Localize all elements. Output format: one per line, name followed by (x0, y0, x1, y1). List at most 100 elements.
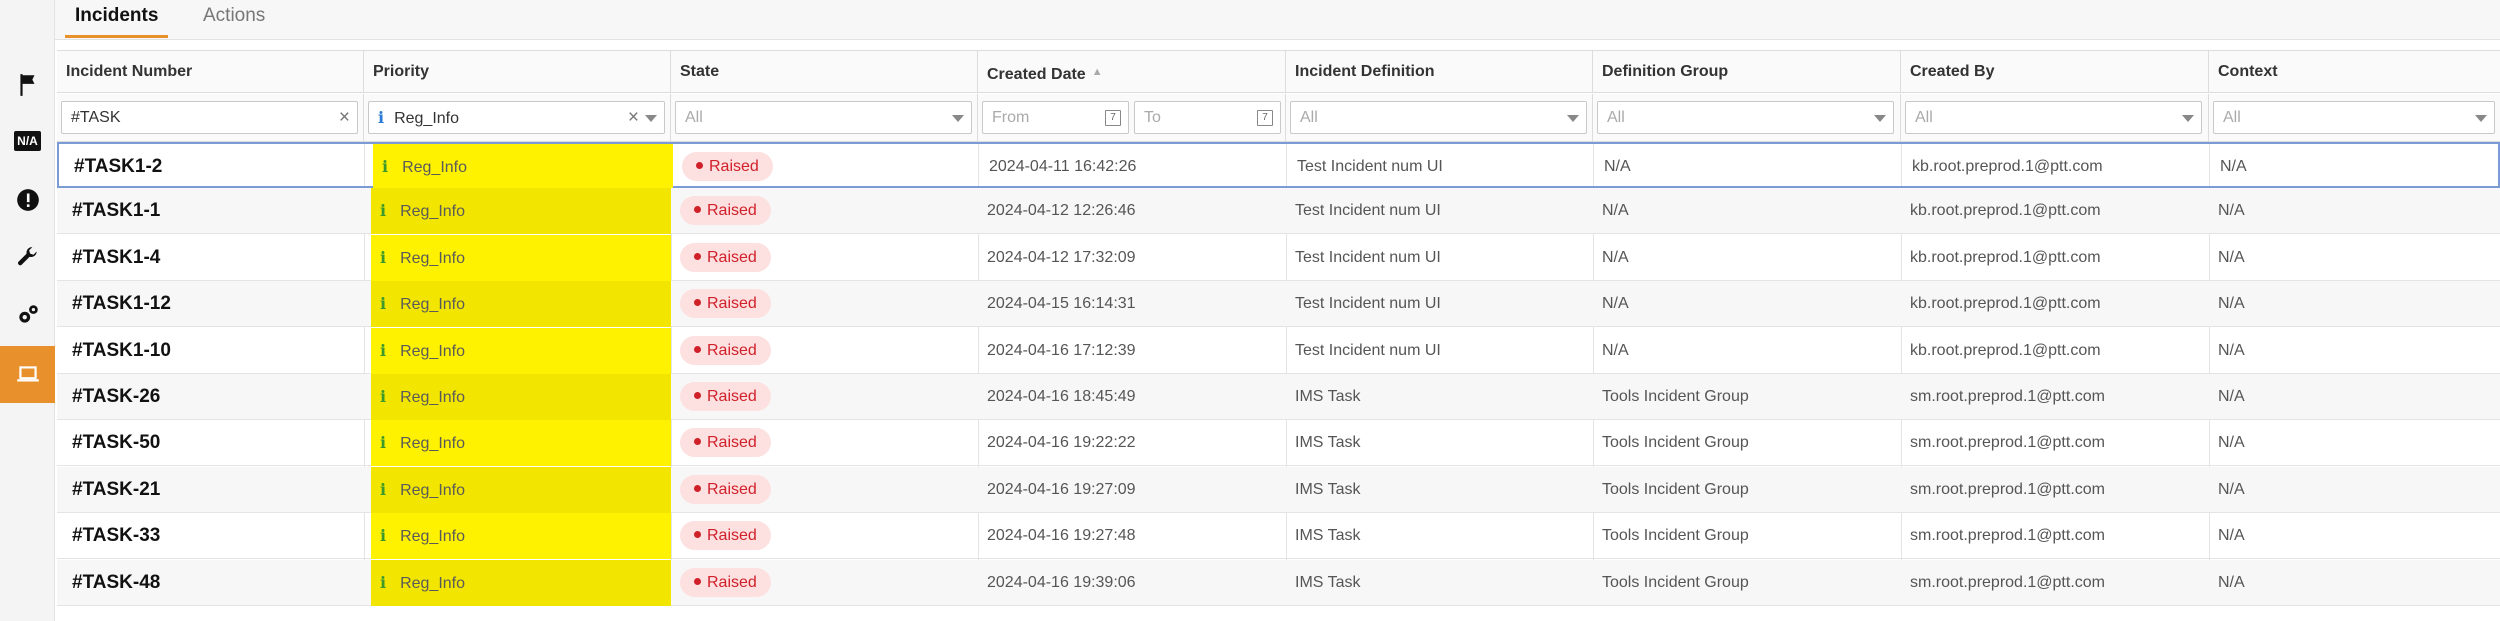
created-by: kb.root.preprod.1@ptt.com (1910, 248, 2101, 266)
created-date: 2024-04-16 17:12:39 (987, 341, 1136, 359)
state-badge: Raised (680, 521, 771, 551)
created-by: sm.root.preprod.1@ptt.com (1910, 527, 2105, 545)
incident-number[interactable]: #TASK1-2 (59, 144, 366, 189)
sidebar-item-flag[interactable] (0, 62, 55, 108)
incident-number[interactable]: #TASK-21 (57, 467, 364, 512)
incident-number-filter-input[interactable]: #TASK × (61, 101, 358, 134)
col-header-created-date[interactable]: Created Date ▲ (978, 51, 1286, 93)
col-header-incident-number[interactable]: Incident Number (57, 51, 364, 93)
created-by: sm.root.preprod.1@ptt.com (1910, 573, 2105, 591)
definition-group: N/A (1602, 295, 1629, 313)
context-filter-select[interactable]: All (2213, 101, 2495, 134)
status-dot-icon (694, 531, 701, 539)
sidebar: N/A (0, 0, 55, 621)
status-dot-icon (694, 252, 701, 260)
col-header-priority[interactable]: Priority (364, 51, 671, 93)
definition-group: Tools Incident Group (1602, 527, 1749, 545)
incident-number[interactable]: #TASK1-10 (57, 328, 364, 373)
state-badge: Raised (680, 382, 771, 411)
priority-filter-select[interactable]: i Reg_Info × (368, 101, 665, 134)
context: N/A (2218, 573, 2245, 591)
na-icon: N/A (14, 131, 41, 151)
tab-incidents[interactable]: Incidents (65, 0, 169, 38)
table-row[interactable]: #TASK1-12 i Reg_Info Raised 2024-04-15 16:14… (57, 281, 2500, 328)
clear-icon[interactable]: × (628, 102, 639, 133)
status-dot-icon (694, 484, 701, 492)
col-label: Context (2218, 63, 2278, 80)
incident-definition: Test Incident num UI (1295, 295, 1441, 313)
sidebar-item-na[interactable]: N/A (0, 118, 55, 164)
sidebar-item-tools[interactable] (0, 235, 55, 281)
incident-definition: IMS Task (1295, 527, 1361, 545)
state-badge: Raised (680, 242, 771, 272)
status-dot-icon (694, 345, 701, 353)
tab-bar: Incidents Actions (55, 0, 2500, 40)
created-by: kb.root.preprod.1@ptt.com (1912, 158, 2103, 175)
table-row[interactable]: #TASK-33 i Reg_Info Raised 2024-04-16 19:27:… (57, 513, 2500, 560)
group-filter-select[interactable]: All (1597, 101, 1894, 134)
incident-definition: IMS Task (1295, 480, 1361, 498)
col-header-created-by[interactable]: Created By (1901, 51, 2209, 93)
table-row[interactable]: #TASK1-2 i Reg_Info Raised 2024-04-11 16:42:… (57, 142, 2500, 190)
table-row[interactable]: #TASK1-4 i Reg_Info Raised 2024-04-12 17:32:… (57, 234, 2500, 281)
col-header-state[interactable]: State (671, 51, 978, 93)
col-header-incident-definition[interactable]: Incident Definition (1286, 51, 1593, 93)
context: N/A (2218, 434, 2245, 452)
incident-definition: Test Incident num UI (1295, 202, 1441, 220)
table-row[interactable]: #TASK1-1 i Reg_Info Raised 2024-04-12 12:26:… (57, 188, 2500, 235)
table-row[interactable]: #TASK-48 i Reg_Info Raised 2024-04-16 19:39:… (57, 559, 2500, 606)
incident-number[interactable]: #TASK1-1 (57, 188, 364, 233)
col-label: Incident Number (66, 63, 193, 80)
incident-number[interactable]: #TASK-50 (57, 420, 364, 465)
incident-number[interactable]: #TASK1-4 (57, 235, 364, 280)
info-icon: i (380, 479, 387, 499)
clear-icon[interactable]: × (339, 102, 350, 133)
date-to-input[interactable]: To 7 (1134, 101, 1281, 134)
filter-context-cell: All (2209, 94, 2500, 141)
priority-cell: i Reg_Info (373, 144, 673, 190)
priority-cell: i Reg_Info (371, 188, 671, 235)
definition-group: Tools Incident Group (1602, 434, 1749, 452)
state-badge: Raised (680, 196, 771, 226)
sidebar-item-alerts[interactable] (0, 177, 55, 223)
table-row[interactable]: #TASK-26 i Reg_Info Raised 2024-04-16 18:45:… (57, 374, 2500, 420)
col-header-definition-group[interactable]: Definition Group (1593, 51, 1901, 93)
priority-label: Reg_Info (400, 342, 466, 360)
created-date: 2024-04-15 16:14:31 (987, 295, 1136, 313)
context: N/A (2218, 295, 2245, 313)
incident-number[interactable]: #TASK1-12 (57, 281, 364, 326)
table-row[interactable]: #TASK-50 i Reg_Info Raised 2024-04-16 19:22:… (57, 420, 2500, 467)
sidebar-item-settings[interactable] (0, 292, 55, 338)
state-filter-select[interactable]: All (675, 101, 972, 134)
state-badge: Raised (680, 567, 771, 597)
table-row[interactable]: #TASK1-10 i Reg_Info Raised 2024-04-16 17:12… (57, 327, 2500, 374)
incident-number[interactable]: #TASK-48 (57, 560, 364, 605)
status-dot-icon (694, 438, 701, 446)
priority-cell: i Reg_Info (371, 420, 671, 467)
chevron-down-icon (2475, 115, 2487, 122)
filter-row: #TASK × i Reg_Info × All From 7 To 7 All All … (57, 94, 2500, 142)
date-from-input[interactable]: From 7 (982, 101, 1129, 134)
incident-number[interactable]: #TASK-26 (57, 374, 364, 419)
table-row[interactable]: #TASK-21 i Reg_Info Raised 2024-04-16 19:27:… (57, 466, 2500, 513)
incident-definition: IMS Task (1295, 388, 1361, 405)
col-header-context[interactable]: Context (2209, 51, 2500, 93)
calendar-icon[interactable]: 7 (1257, 110, 1273, 126)
info-icon: i (380, 247, 387, 267)
created-date: 2024-04-16 18:45:49 (987, 388, 1136, 405)
calendar-icon[interactable]: 7 (1105, 110, 1121, 126)
tab-actions[interactable]: Actions (193, 0, 275, 38)
info-icon: i (380, 294, 387, 314)
priority-label: Reg_Info (400, 249, 466, 267)
incident-definition: Test Incident num UI (1297, 158, 1443, 175)
priority-cell: i Reg_Info (371, 281, 671, 328)
definition-filter-select[interactable]: All (1290, 101, 1587, 134)
sidebar-item-workstation[interactable] (0, 346, 55, 403)
created-by-filter-select[interactable]: All (1905, 101, 2202, 134)
incident-number[interactable]: #TASK-33 (57, 513, 364, 558)
chevron-down-icon (2182, 115, 2194, 122)
filter-created-date-cell: From 7 To 7 (978, 94, 1286, 141)
priority-cell: i Reg_Info (371, 327, 671, 374)
sort-ascending-icon[interactable]: ▲ (1092, 66, 1103, 78)
priority-cell: i Reg_Info (371, 559, 671, 606)
